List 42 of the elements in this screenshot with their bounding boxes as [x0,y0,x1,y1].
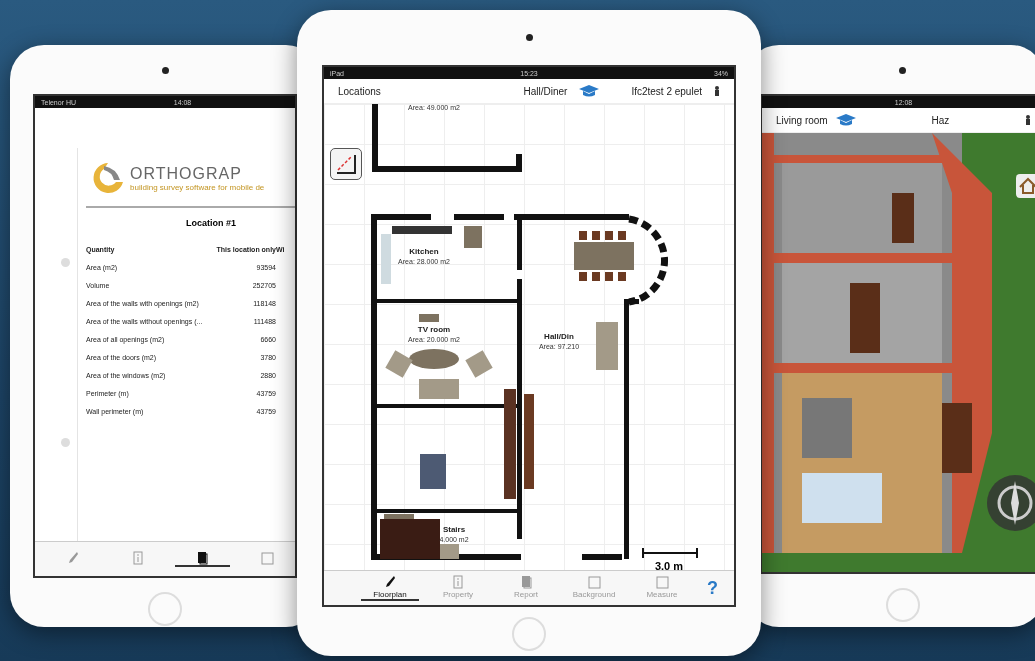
location-title: Living room [776,114,828,126]
tab-bar-item[interactable]: Report [497,575,555,601]
tab-bar-item[interactable]: Floorplan [361,575,419,601]
graduation-cap-icon[interactable] [579,85,600,97]
camera-dot [161,67,169,74]
room-name: Stairs [442,525,466,534]
back-link[interactable]: Locations [338,85,381,97]
project-name: Ifc2test 2 epulet [631,85,702,97]
tab-bar-item[interactable] [175,551,230,567]
location-title: Hall/Diner [523,85,568,97]
tab-bar-item[interactable]: Background [565,575,623,601]
person-icon[interactable] [714,86,720,96]
room-name: TV room [417,325,451,334]
measure-button[interactable] [330,148,362,180]
help-button[interactable]: ? [701,577,724,599]
info-icon [453,575,463,589]
graduation-cap-icon[interactable] [835,114,856,126]
page-dot [61,258,70,267]
room-name: Hall/Din [544,332,574,341]
pen-icon [66,551,79,565]
square-icon [261,551,274,565]
square-icon [655,575,669,589]
report-heading: Location #1 [186,218,236,228]
square-icon [587,575,601,589]
camera-dot [899,67,906,74]
document-stack-icon [520,575,532,589]
tab-bar-item[interactable]: Property [429,575,487,601]
tagline: building survey software for mobile de [130,182,265,192]
page-dot [61,438,70,447]
person-icon[interactable] [1025,115,1031,125]
brand-name: ORTHOGRAP [130,164,243,183]
room-name: Kitchen [409,247,439,256]
scale-label: 3.0 m [654,560,684,572]
house-icon[interactable] [1015,173,1035,199]
camera-dot [525,34,533,41]
pen-icon [384,575,396,589]
info-icon [132,551,143,565]
tab-bar-item[interactable]: Measure [633,575,691,601]
project-name: Haz [931,114,950,126]
scale-bar-drawing [642,548,698,558]
document-stack-icon [197,551,208,565]
compass-icon[interactable] [985,473,1035,533]
